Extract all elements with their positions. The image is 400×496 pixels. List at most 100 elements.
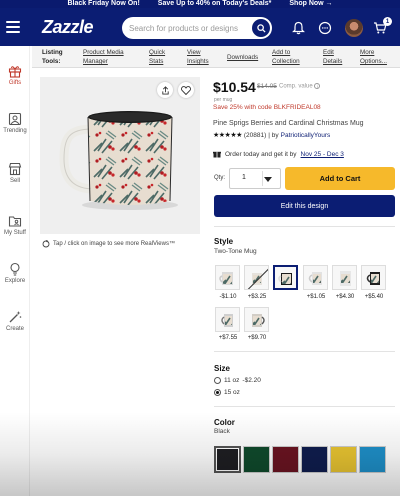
style-selected: Two-Tone Mug [214, 248, 257, 255]
edit-design-button[interactable]: Edit this design [214, 195, 395, 217]
share-icon [161, 85, 169, 95]
color-swatch-green[interactable] [243, 446, 270, 473]
store-icon [8, 162, 22, 176]
sidebar-item-trending[interactable]: Trending [0, 112, 30, 134]
style-option-5[interactable] [332, 265, 357, 290]
quantity-select[interactable]: 1 [229, 168, 281, 189]
radio-button-selected[interactable] [214, 389, 221, 396]
cart-count-badge: 1 [383, 17, 392, 26]
search-input[interactable] [129, 23, 249, 33]
tool-edit-details[interactable]: Edit Details [323, 48, 347, 66]
promo-text-1: Black Friday Now On! [67, 0, 140, 7]
sidebar-item-sell[interactable]: Sell [0, 162, 30, 184]
product-title: Pine Sprigs Berries and Cardinal Christm… [213, 120, 364, 127]
lightbulb-icon [10, 262, 20, 276]
star-rating: ★★★★★ [213, 132, 242, 139]
delivery-label: Order today and get it by [225, 150, 297, 158]
promo-text-3[interactable]: Shop Now → [289, 0, 332, 8]
heart-icon [181, 85, 191, 95]
listing-tools-bar: Listing Tools: Product Media Manager Qui… [32, 46, 400, 68]
tool-downloads[interactable]: Downloads [227, 53, 258, 62]
chevron-down-icon [264, 177, 272, 182]
site-header: Zazzle 1 [0, 8, 400, 46]
per-item-label: per mug [214, 97, 233, 103]
comp-value-note[interactable]: Comp. value i [279, 83, 321, 90]
promo-banner[interactable]: Black Friday Now On! Save Up to 40% on T… [0, 0, 400, 8]
color-title: Color [214, 418, 235, 427]
color-swatch-navy[interactable] [301, 446, 328, 473]
size-option-delta: -$2.20 [242, 377, 261, 384]
original-price: $14.05 [257, 83, 277, 90]
style-option-4[interactable] [303, 265, 328, 290]
review-count[interactable]: (20881) [244, 132, 266, 139]
color-swatch-yellow[interactable] [330, 446, 357, 473]
trending-icon [8, 112, 22, 126]
radio-button[interactable] [214, 377, 221, 384]
sidebar-item-label: My Stuff [4, 230, 26, 236]
realviews-text: Tap / click on image to see more RealVie… [53, 241, 175, 247]
style-price-7: +$7.55 [218, 335, 238, 341]
delivery-estimate: Order today and get it by Nov 25 - Dec 3 [213, 150, 344, 158]
tool-more-options[interactable]: More Options... [360, 48, 394, 66]
tool-quick-stats[interactable]: Quick Stats [149, 48, 173, 66]
comp-value-label: Comp. value [279, 83, 313, 90]
section-divider [214, 226, 395, 227]
color-selected: Black [214, 428, 230, 435]
search-bar[interactable] [122, 17, 272, 39]
style-option-1[interactable] [215, 265, 240, 290]
qty-label: Qty: [214, 175, 226, 181]
color-swatch-black[interactable] [214, 446, 241, 473]
search-button[interactable] [252, 19, 270, 37]
style-price-2: +$3.25 [247, 294, 267, 300]
size-option-11oz[interactable]: 11 oz -$2.20 [214, 377, 261, 384]
rating-row[interactable]: ★★★★★ (20881) | by PatrioticallyYours [213, 131, 331, 140]
size-option-label: 11 oz [224, 377, 240, 384]
gift-icon [8, 66, 22, 78]
color-swatch-maroon[interactable] [272, 446, 299, 473]
avatar[interactable] [345, 19, 363, 37]
tool-product-media-manager[interactable]: Product Media Manager [83, 48, 133, 66]
sidebar-item-explore[interactable]: Explore [0, 262, 30, 284]
realviews-hint[interactable]: Tap / click on image to see more RealVie… [42, 240, 175, 248]
sidebar-item-create[interactable]: Create [0, 310, 30, 332]
style-option-6[interactable] [361, 265, 386, 290]
tool-add-to-collection[interactable]: Add to Collection [272, 48, 308, 66]
style-option-3[interactable] [273, 265, 298, 290]
quantity-value: 1 [242, 174, 246, 181]
sidebar-item-label: Explore [4, 278, 26, 284]
rotate-icon [42, 240, 50, 248]
listing-tools-label: Listing Tools: [42, 49, 63, 65]
chat-icon[interactable] [317, 20, 333, 36]
magic-wand-icon [9, 311, 22, 323]
color-swatch-blue[interactable] [359, 446, 386, 473]
style-price-4: +$1.05 [306, 294, 326, 300]
sidebar-item-label: Sell [9, 178, 20, 184]
price: $10.54 [213, 79, 256, 95]
share-button[interactable] [157, 82, 173, 98]
info-icon: i [314, 83, 321, 89]
sidebar-item-gifts[interactable]: Gifts [0, 64, 30, 86]
style-price-5: +$4.30 [335, 294, 355, 300]
favorite-button[interactable] [178, 82, 194, 98]
style-title: Style [214, 237, 234, 246]
sidebar-item-label: Trending [3, 128, 27, 134]
style-option-2[interactable] [244, 265, 269, 290]
by-label: | by [268, 131, 279, 139]
sidebar-item-my-stuff[interactable]: My Stuff [0, 214, 30, 236]
section-divider [214, 406, 395, 407]
menu-icon[interactable] [6, 21, 20, 33]
style-price-8: +$9.70 [247, 335, 267, 341]
sidebar-item-label: Gifts [8, 80, 22, 86]
tool-view-insights[interactable]: View Insights [187, 48, 217, 66]
gift-box-icon [213, 151, 221, 158]
seller-link[interactable]: PatrioticallyYours [281, 132, 331, 139]
delivery-dates[interactable]: Nov 25 - Dec 3 [301, 151, 344, 158]
add-to-cart-button[interactable]: Add to Cart [285, 167, 395, 190]
logo[interactable]: Zazzle [42, 17, 94, 38]
size-option-label: 15 oz [224, 389, 240, 396]
style-option-7[interactable] [215, 307, 240, 332]
bell-icon[interactable] [290, 20, 306, 36]
style-option-8[interactable] [244, 307, 269, 332]
size-option-15oz[interactable]: 15 oz [214, 389, 240, 396]
product-image[interactable] [40, 77, 200, 234]
